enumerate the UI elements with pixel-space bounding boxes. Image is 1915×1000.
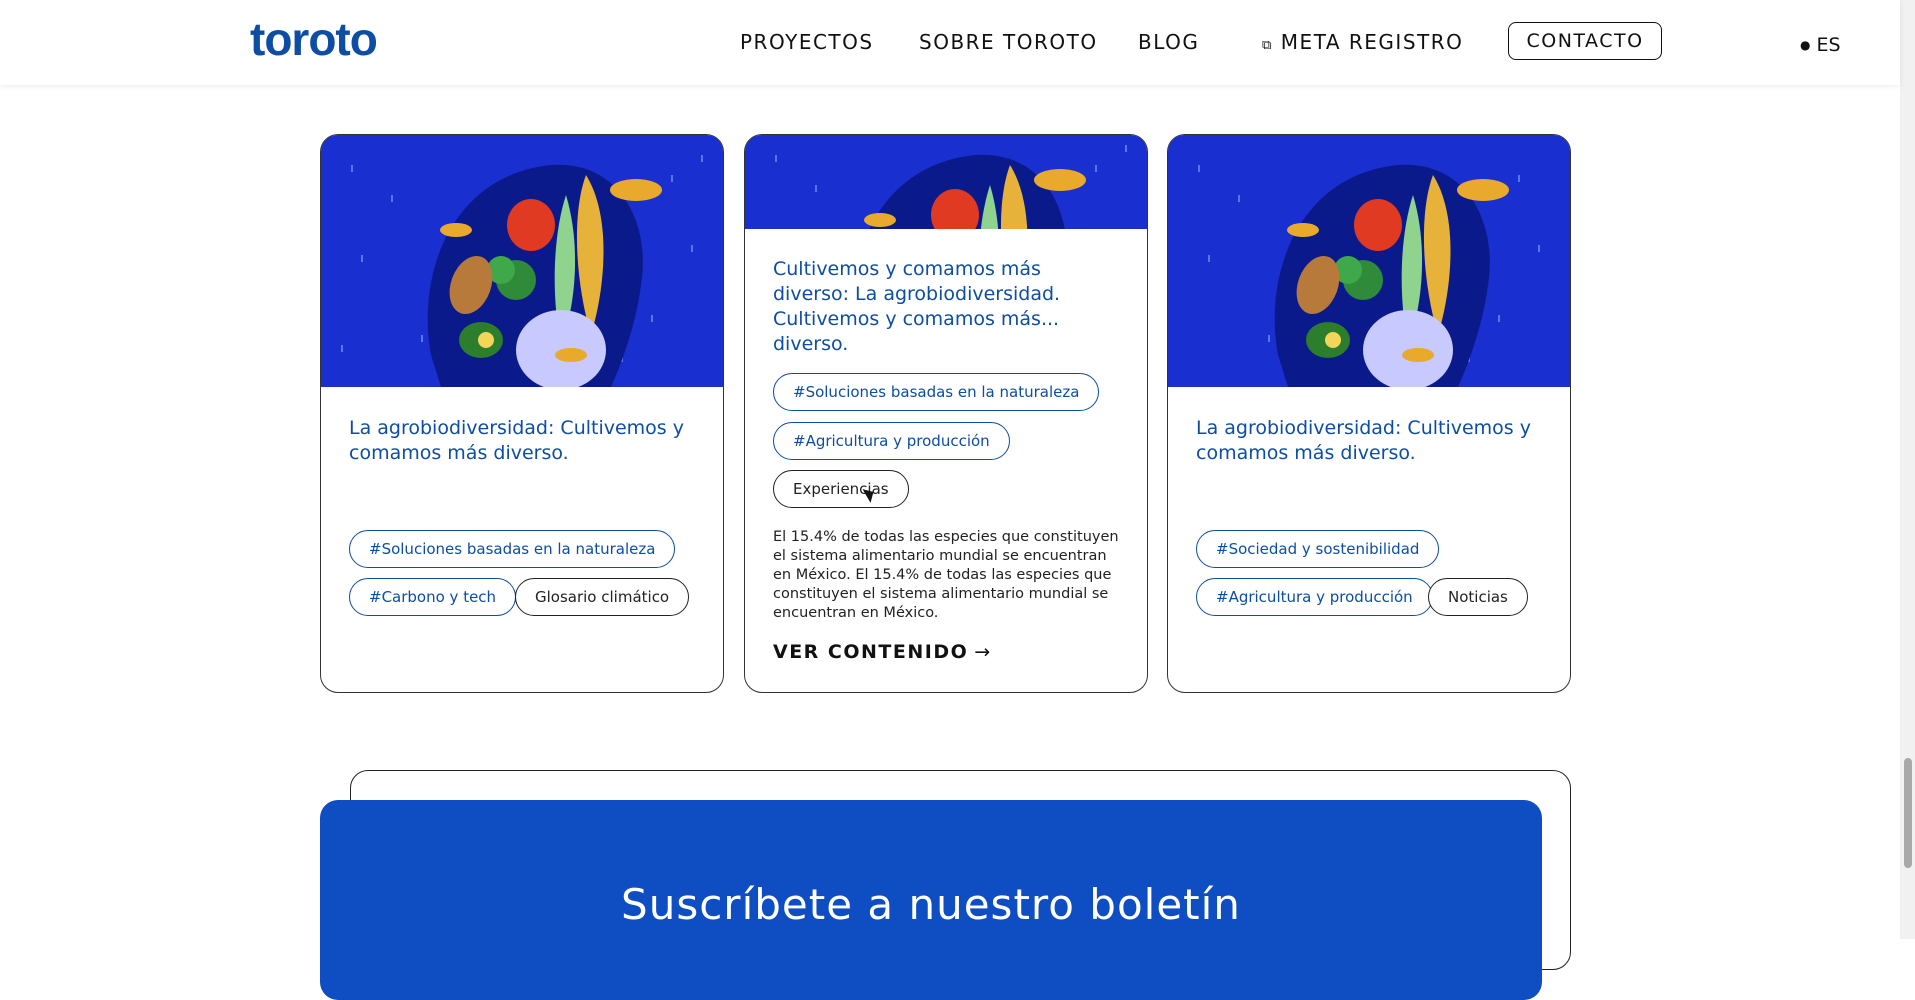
tag-chip[interactable]: #Carbono y tech <box>349 578 517 616</box>
blog-card[interactable]: Cultivemos y comamos más diverso: La agr… <box>744 134 1148 693</box>
card-image <box>1168 135 1570 387</box>
category-chip[interactable]: Glosario climático <box>515 578 690 616</box>
newsletter-title: Suscríbete a nuestro boletín <box>621 880 1241 929</box>
tag-chip[interactable]: #Agricultura y producción <box>1196 578 1433 616</box>
card-title[interactable]: Cultivemos y comamos más diverso: La agr… <box>773 257 1118 357</box>
blog-card[interactable]: La agrobiodiversidad: Cultivemos y comam… <box>1167 134 1571 693</box>
chat-bubble-icon: ● <box>1800 38 1811 52</box>
view-content-link[interactable]: VER CONTENIDO → <box>773 641 992 663</box>
card-image <box>745 135 1147 229</box>
nav-blog[interactable]: BLOG <box>1138 30 1199 54</box>
category-chip[interactable]: Experiencias <box>773 470 909 508</box>
logo[interactable]: toroto <box>250 12 378 66</box>
nav-proyectos[interactable]: PROYECTOS <box>740 30 874 54</box>
nav-meta-registro[interactable]: ⧉ META REGISTRO <box>1262 30 1463 54</box>
tag-chip[interactable]: #Agricultura y producción <box>773 422 1010 460</box>
language-selector[interactable]: ● ES <box>1800 34 1841 56</box>
contact-button[interactable]: CONTACTO <box>1508 22 1662 60</box>
card-title[interactable]: La agrobiodiversidad: Cultivemos y comam… <box>349 416 694 466</box>
site-header: toroto PROYECTOS SOBRE TOROTO BLOG ⧉ META… <box>0 0 1900 85</box>
arrow-right-icon: → <box>974 641 992 663</box>
page-scrollbar[interactable] <box>1900 0 1915 939</box>
external-link-icon: ⧉ <box>1262 38 1273 53</box>
language-label: ES <box>1816 34 1841 56</box>
scrollbar-thumb[interactable] <box>1904 758 1912 868</box>
tag-chip[interactable]: #Soluciones basadas en la naturaleza <box>773 373 1100 411</box>
card-image <box>321 135 723 387</box>
tag-chip[interactable]: #Sociedad y sostenibilidad <box>1196 530 1440 568</box>
agrobiodiversity-illustration <box>745 135 1147 229</box>
agrobiodiversity-illustration <box>1168 135 1570 387</box>
nav-meta-registro-label: META REGISTRO <box>1280 30 1464 54</box>
view-content-label: VER CONTENIDO <box>773 641 969 663</box>
card-description: El 15.4% de todas las especies que const… <box>773 529 1119 621</box>
card-title[interactable]: La agrobiodiversidad: Cultivemos y comam… <box>1196 416 1541 466</box>
blog-card[interactable]: La agrobiodiversidad: Cultivemos y comam… <box>320 134 724 693</box>
tag-chip[interactable]: #Soluciones basadas en la naturaleza <box>349 530 676 568</box>
category-chip[interactable]: Noticias <box>1428 578 1528 616</box>
nav-sobre-toroto[interactable]: SOBRE TOROTO <box>919 30 1098 54</box>
agrobiodiversity-illustration <box>321 135 723 387</box>
